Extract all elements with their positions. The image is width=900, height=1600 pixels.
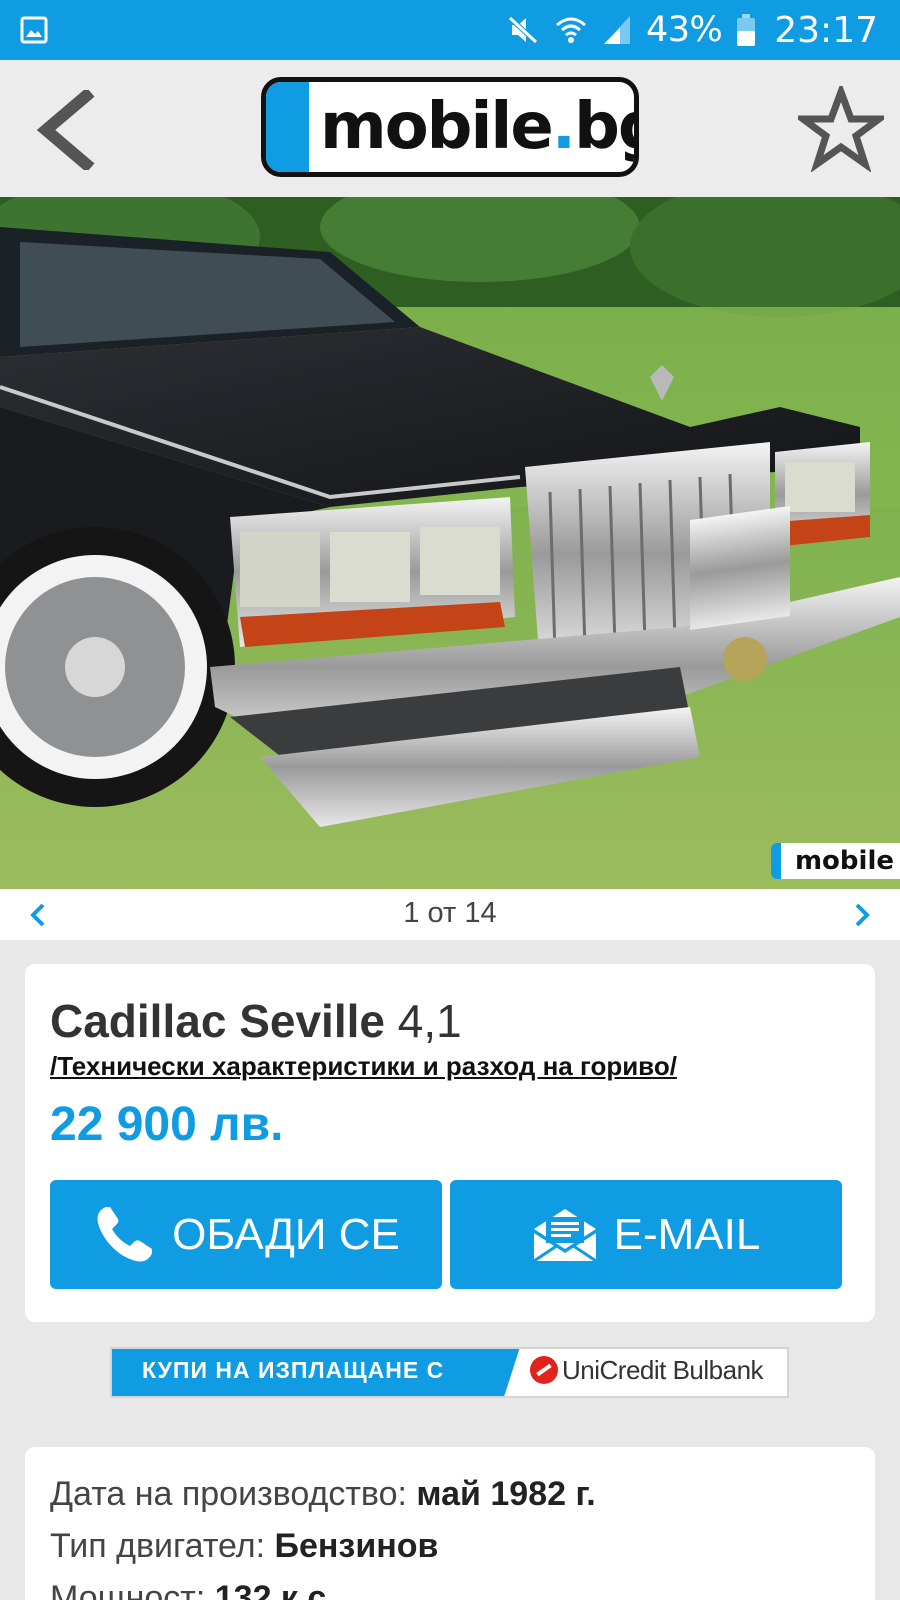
- status-bar: 43% 23:17: [0, 0, 900, 60]
- car-photo[interactable]: mobile: [0, 197, 900, 889]
- leasing-banner[interactable]: КУПИ НА ИЗПЛАЩАНЕ С UniCredit Bulbank: [110, 1347, 789, 1398]
- star-icon[interactable]: [798, 86, 884, 172]
- battery-percent: 43%: [645, 10, 723, 50]
- detail-label: Тип двигател:: [50, 1527, 275, 1565]
- banner-text: КУПИ НА ИЗПЛАЩАНЕ С: [142, 1357, 445, 1383]
- details-card: Дата на производство: май 1982 г. Тип дв…: [25, 1447, 875, 1600]
- detail-production-date: Дата на производство: май 1982 г.: [50, 1475, 596, 1514]
- specs-link[interactable]: /Технически характеристики и разход на г…: [50, 1051, 677, 1082]
- detail-value: Бензинов: [274, 1527, 439, 1565]
- site-logo[interactable]: mobile.bg: [261, 77, 639, 177]
- mute-icon: [508, 16, 538, 44]
- gallery-navigation: 1 от 14: [0, 889, 900, 940]
- clock: 23:17: [774, 9, 878, 51]
- signal-icon: [603, 16, 630, 44]
- call-button[interactable]: ОБАДИ СЕ: [50, 1180, 442, 1289]
- email-button-label: E-MAIL: [613, 1209, 761, 1259]
- listing-card: Cadillac Seville 4,1 /Технически характе…: [25, 964, 875, 1322]
- logo-text: mobile.bg: [320, 90, 634, 164]
- photo-watermark: mobile: [770, 843, 900, 879]
- bank-logo: UniCredit Bulbank: [530, 1355, 764, 1386]
- envelope-icon: [532, 1208, 597, 1262]
- phone-icon: [97, 1206, 153, 1262]
- wifi-icon: [555, 17, 586, 43]
- logo-accent-bar: [266, 82, 309, 172]
- car-image: [0, 197, 900, 889]
- call-button-label: ОБАДИ СЕ: [172, 1209, 400, 1259]
- engine-size: 4,1: [397, 995, 462, 1047]
- back-arrow-icon[interactable]: [28, 90, 98, 170]
- battery-icon: [737, 14, 756, 46]
- unicredit-logo-icon: [530, 1356, 558, 1384]
- detail-label: Мощност:: [50, 1579, 215, 1600]
- photo-counter: 1 от 14: [403, 897, 497, 929]
- gallery-icon: [20, 16, 48, 44]
- make-model: Cadillac Seville: [50, 995, 385, 1047]
- detail-value: май 1982 г.: [416, 1475, 596, 1513]
- price: 22 900 лв.: [50, 1098, 284, 1151]
- detail-value: 132 к.с.: [214, 1579, 336, 1600]
- detail-power: Мощност: 132 к.с.: [50, 1579, 336, 1600]
- bank-name: UniCredit Bulbank: [562, 1355, 764, 1385]
- chevron-right-icon[interactable]: [848, 901, 876, 929]
- detail-engine-type: Тип двигател: Бензинов: [50, 1527, 438, 1566]
- detail-label: Дата на производство:: [50, 1475, 417, 1513]
- app-header: mobile.bg: [0, 60, 900, 197]
- email-button[interactable]: E-MAIL: [450, 1180, 842, 1289]
- listing-title: Cadillac Seville 4,1: [50, 994, 462, 1048]
